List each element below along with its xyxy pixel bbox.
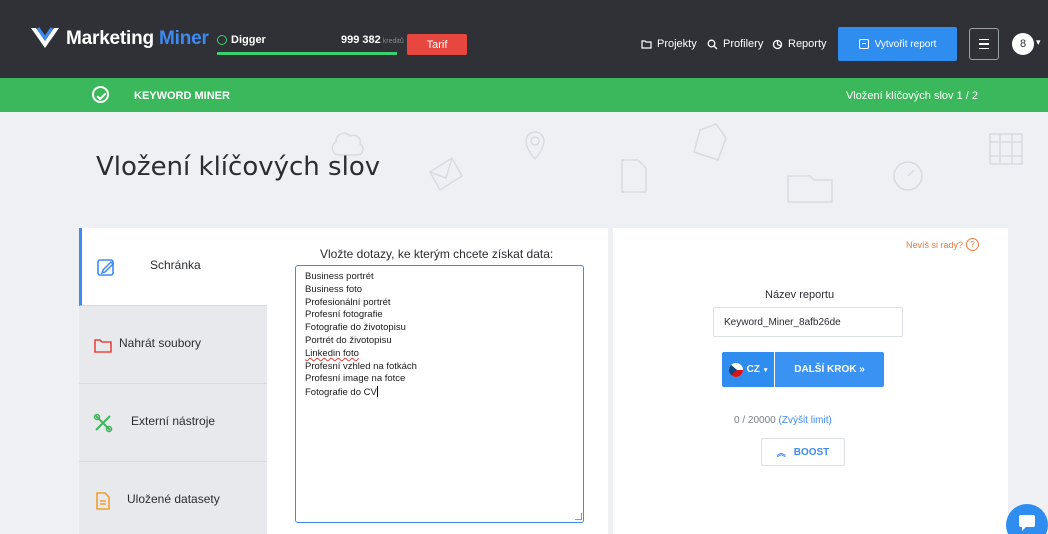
language-code: CZ [746, 364, 760, 375]
tools-icon [93, 413, 113, 433]
input-source-tabs: Schránka Nahrát soubory Externí nástroje… [79, 228, 269, 534]
nav-reporty[interactable]: Reporty [772, 38, 827, 50]
report-name-input[interactable] [713, 307, 903, 337]
create-report-label: Vytvořit report [874, 38, 937, 50]
envelope-icon [429, 156, 463, 192]
keyword-miner-icon [92, 86, 109, 103]
user-avatar[interactable]: 8 [1012, 33, 1034, 55]
step-indicator: Vložení klíčových slov 1 / 2 [845, 90, 978, 102]
film-icon [989, 133, 1023, 165]
nav-projekty[interactable]: Projekty [641, 38, 697, 50]
report-icon [772, 39, 783, 49]
tab-schranka[interactable]: Schránka [79, 228, 269, 306]
question-icon: ? [966, 238, 980, 251]
plan-indicator[interactable]: Digger [217, 34, 266, 46]
note-icon [693, 123, 727, 161]
keyword-line-active: Fotografie do CV [305, 386, 583, 400]
logo[interactable]: Marketing Miner [30, 26, 209, 52]
hamburger-menu-button[interactable] [969, 28, 999, 60]
keyword-line: Business portrét [305, 271, 374, 282]
increase-limit-link[interactable]: (Zvýšit limit) [779, 415, 832, 426]
create-report-button[interactable]: Vytvořit report [838, 27, 957, 61]
tarif-button[interactable]: Tarif [407, 34, 467, 55]
location-pin-icon [525, 131, 545, 161]
plus-box-icon [858, 39, 869, 49]
help-label: Nevíš si rady? [906, 239, 964, 250]
keyword-line: Profesní vzhled na fotkách [305, 360, 417, 372]
tool-name[interactable]: KEYWORD MINER [134, 90, 230, 102]
keyword-line: Profesní fotografie [305, 309, 383, 321]
tab-ulozene-datasety[interactable]: Uložené datasety [79, 462, 267, 534]
nav-reporty-label: Reporty [788, 38, 827, 50]
chat-bubble-icon [1019, 515, 1035, 531]
nav-projekty-label: Projekty [657, 38, 697, 50]
report-name-label: Název reportu [765, 289, 835, 301]
chevron-down-icon: ▾ [763, 366, 768, 374]
boost-label: BOOST [793, 446, 830, 458]
chat-widget-button[interactable] [1006, 504, 1048, 534]
folder-icon [94, 339, 112, 353]
keyword-textarea[interactable]: Business portrét Business foto Profesion… [295, 265, 584, 523]
text-caret [376, 386, 378, 398]
clock-outline-icon [893, 161, 923, 191]
logo-word-marketing: Marketing [66, 28, 154, 49]
nav-profilery[interactable]: Profilery [707, 38, 763, 50]
keyword-line: Fotografie do životopisu [305, 322, 406, 334]
document-icon [96, 492, 110, 510]
keyword-line: Profesionální portrét [305, 296, 391, 308]
keyword-limit: 0 / 20000 (Zvýšit limit) [734, 415, 832, 426]
edit-icon [97, 259, 115, 276]
tab-ulozene-datasety-label: Uložené datasety [127, 492, 220, 506]
boost-button[interactable]: ︽ BOOST [761, 438, 845, 466]
keyword-line: Business foto [305, 283, 363, 295]
marketing-miner-logo-icon [31, 27, 59, 48]
credits-unit: kreditů [382, 38, 404, 45]
keyword-line: Portrét do životopisu [305, 334, 392, 346]
tab-nahrat-soubory-label: Nahrát soubory [119, 336, 202, 350]
logo-word-miner: Miner [159, 28, 209, 49]
credits-progress-bar [217, 52, 397, 55]
clock-icon [217, 35, 227, 45]
page-title: Vložení klíčových slov [96, 152, 381, 182]
language-select[interactable]: CZ ▾ [722, 352, 774, 387]
folder-outline-icon [787, 175, 833, 203]
plan-name: Digger [231, 34, 266, 46]
next-step-button[interactable]: DALŠÍ KROK » [775, 352, 884, 387]
double-chevron-up-icon: ︽ [776, 447, 786, 458]
keyword-line-text: Fotografie do CV [305, 387, 377, 399]
document-icon [621, 159, 647, 193]
tab-nahrat-soubory[interactable]: Nahrát soubory [79, 306, 267, 384]
menu-line-icon [979, 39, 989, 41]
folder-icon [641, 40, 652, 49]
keyword-line: Profesní image na fotce [305, 373, 406, 385]
keyword-line-misspelled: Linkedin foto [305, 348, 583, 361]
nav-profilery-label: Profilery [723, 38, 764, 50]
tab-externi-nastroje-label: Externí nástroje [131, 414, 216, 428]
search-icon [707, 39, 718, 49]
chevron-down-icon[interactable]: ▾ [1036, 38, 1041, 48]
keyword-input-label: Vložte dotazy, ke kterým chcete získat d… [320, 247, 554, 261]
credits-counter: 999 382 kreditů [341, 34, 404, 46]
help-link[interactable]: Nevíš si rady? ? [906, 238, 980, 251]
czech-flag-icon [728, 362, 743, 377]
keyword-line-text: Linkedin foto [305, 347, 359, 359]
tab-externi-nastroje[interactable]: Externí nástroje [79, 384, 267, 462]
limit-count: 0 / 20000 [734, 415, 776, 426]
tab-schranka-label: Schránka [150, 258, 201, 272]
credits-value: 999 382 [341, 34, 381, 46]
resize-handle-icon[interactable] [575, 513, 582, 520]
